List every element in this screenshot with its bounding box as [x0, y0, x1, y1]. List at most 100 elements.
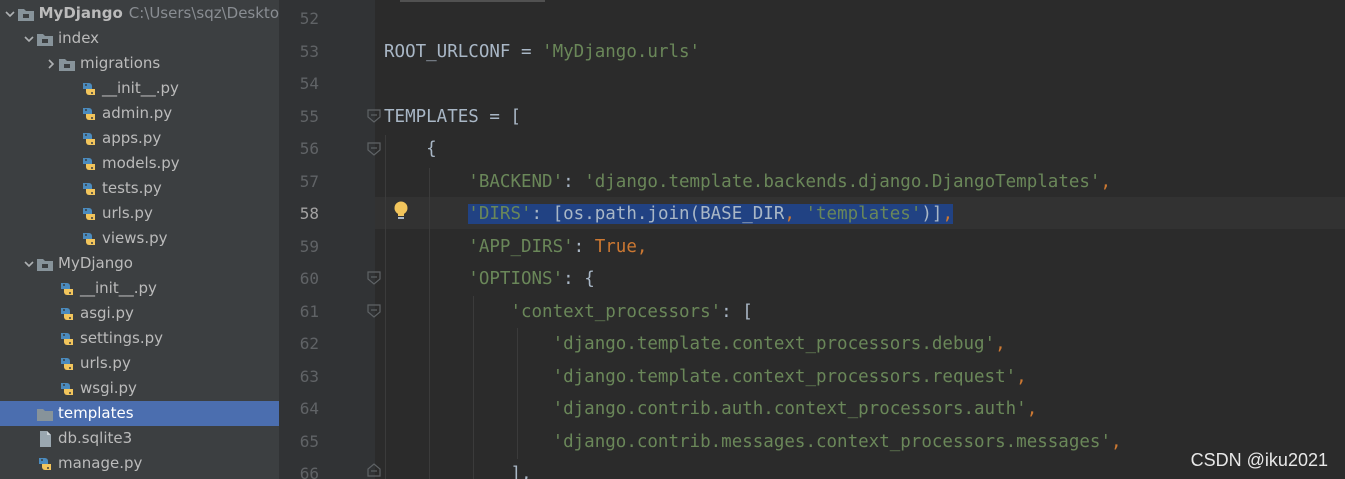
fold-marker-icon[interactable] [366, 303, 382, 319]
code-line[interactable]: 'OPTIONS': { [384, 263, 594, 295]
tree-item-label: __init__.py [102, 79, 179, 97]
tree-file-row[interactable]: models.py [0, 151, 279, 176]
code-token: : [573, 236, 595, 257]
tree-file-row[interactable]: __init__.py [0, 276, 279, 301]
code-line[interactable]: 'django.contrib.auth.context_processors.… [384, 393, 1038, 425]
tree-file-row[interactable]: tests.py [0, 176, 279, 201]
tree-file-row[interactable]: settings.py [0, 326, 279, 351]
python-file-icon [58, 305, 76, 323]
folder-icon [36, 405, 54, 423]
folder-icon [17, 5, 35, 23]
tree-file-row[interactable]: db.sqlite3 [0, 426, 279, 451]
code-token: , [942, 204, 953, 224]
code-line[interactable]: 'APP_DIRS': True, [384, 231, 647, 263]
code-token: 'BACKEND' [468, 171, 564, 192]
fold-marker-icon[interactable] [366, 108, 382, 124]
code-line[interactable]: 'context_processors': [ [384, 296, 752, 328]
tree-item-label: wsgi.py [80, 379, 137, 397]
line-number: 61 [299, 301, 319, 321]
chevron-down-icon[interactable] [22, 26, 36, 51]
code-token: , [1016, 366, 1027, 387]
code-token: , [995, 334, 1006, 354]
code-token: TEMPLATES = [ [384, 106, 521, 127]
code-token: 'OPTIONS' [468, 269, 564, 289]
code-line[interactable]: 'django.template.context_processors.debu… [384, 328, 1006, 360]
code-token: 'MyDjango.urls' [542, 41, 701, 62]
code-line[interactable]: TEMPLATES = [ [384, 101, 521, 133]
code-line[interactable]: ], [384, 458, 531, 479]
tree-item-label: migrations [80, 54, 161, 72]
tree-root-row[interactable]: MyDjango C:\Users\sqz\Deskto [0, 1, 279, 26]
package-folder-icon [58, 55, 76, 73]
tree-item-label: apps.py [102, 129, 162, 147]
chevron-right-icon[interactable] [44, 51, 58, 76]
tree-item-label: __init__.py [80, 279, 157, 297]
lightbulb-icon[interactable] [392, 200, 410, 222]
python-file-icon [58, 355, 76, 373]
code-token: ROOT_URLCONF = [384, 41, 543, 62]
watermark-text: CSDN @iku2021 [1190, 450, 1328, 470]
tree-file-row[interactable]: apps.py [0, 126, 279, 151]
code-token: 'django.template.backends.django.DjangoT… [584, 171, 1101, 192]
line-number: 59 [299, 236, 319, 256]
editor-tab-strip [400, 0, 545, 2]
tree-item-label: index [58, 29, 100, 47]
code-token: 'django.contrib.messages.context_process… [552, 431, 1111, 452]
code-line[interactable]: ROOT_URLCONF = 'MyDjango.urls' [384, 36, 700, 68]
line-number: 54 [299, 74, 319, 93]
python-file-icon [58, 280, 76, 298]
tree-file-row[interactable]: wsgi.py [0, 376, 279, 401]
fold-marker-icon[interactable] [366, 270, 382, 286]
tree-item-label: db.sqlite3 [58, 429, 133, 447]
chevron-down-icon[interactable] [22, 251, 36, 276]
code-token: 'DIRS' [468, 204, 532, 224]
python-file-icon [80, 80, 98, 98]
line-number: 65 [299, 431, 319, 451]
tree-folder-row[interactable]: migrations [0, 51, 279, 76]
code-token: 'django.template.context_processors.requ… [552, 366, 1017, 387]
line-number: 60 [299, 269, 319, 288]
tree-file-row[interactable]: views.py [0, 226, 279, 251]
fold-marker-icon[interactable] [366, 141, 382, 157]
tree-file-row[interactable]: manage.py [0, 451, 279, 476]
code-token: 'context_processors' [510, 301, 722, 322]
tree-folder-row[interactable]: index [0, 26, 279, 51]
tree-file-row[interactable]: __init__.py [0, 76, 279, 101]
code-line[interactable]: 'django.contrib.messages.context_process… [384, 426, 1122, 458]
line-number: 56 [299, 139, 319, 158]
database-file-icon [36, 430, 54, 448]
code-token: : [563, 171, 585, 192]
python-file-icon [80, 105, 98, 123]
root-project-path: C:\Users\sqz\Deskto [128, 4, 279, 22]
code-token: , [636, 236, 648, 257]
tree-folder-row[interactable]: MyDjango [0, 251, 279, 276]
code-line[interactable]: 'DIRS': [os.path.join(BASE_DIR, 'templat… [384, 198, 953, 230]
chevron-down-icon[interactable] [3, 1, 17, 26]
code-line[interactable]: 'django.template.context_processors.requ… [384, 361, 1027, 393]
line-number: 58 [299, 204, 319, 223]
line-number: 64 [299, 399, 319, 418]
tree-file-row[interactable]: urls.py [0, 201, 279, 226]
tree-file-row[interactable]: admin.py [0, 101, 279, 126]
code-line[interactable]: { [384, 133, 437, 165]
tree-file-row[interactable]: urls.py [0, 351, 279, 376]
tree-folder-row[interactable]: templates [0, 401, 279, 426]
tree-file-row[interactable]: asgi.py [0, 301, 279, 326]
tree-item-label: tests.py [102, 179, 162, 197]
line-number: 55 [299, 106, 319, 126]
python-file-icon [58, 380, 76, 398]
tree-item-label: asgi.py [80, 304, 134, 322]
code-line[interactable]: 'BACKEND': 'django.template.backends.dja… [384, 166, 1111, 198]
fold-marker-icon[interactable] [366, 462, 382, 478]
